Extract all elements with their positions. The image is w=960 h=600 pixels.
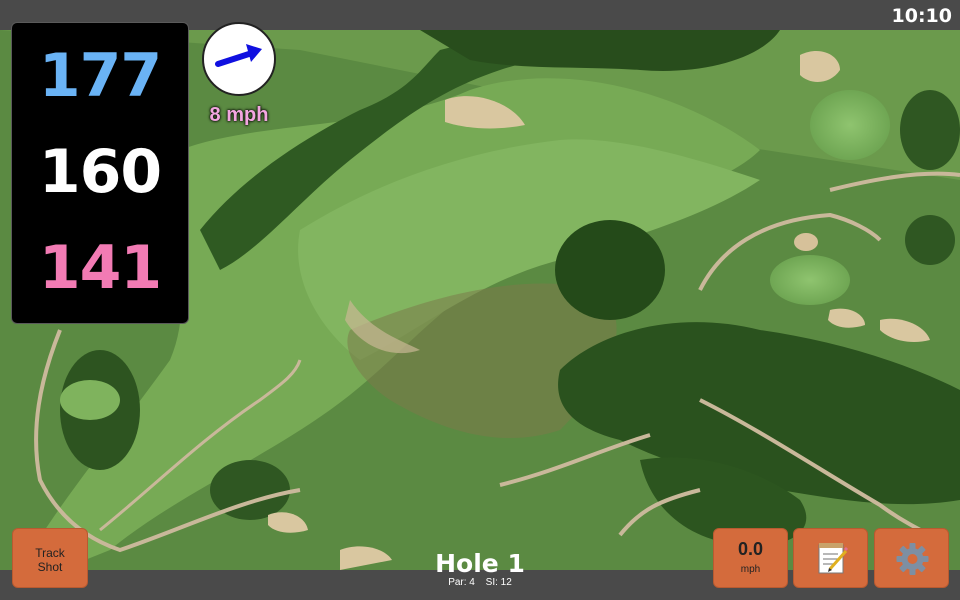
arrow-icon (215, 44, 262, 67)
track-shot-label-line1: Track (35, 546, 65, 560)
clock: 10:10 (891, 5, 952, 27)
hole-details: Par: 4 SI: 12 (380, 577, 580, 588)
front-distance: 141 (38, 233, 162, 303)
track-shot-button[interactable]: Track Shot (12, 528, 88, 588)
gear-icon (896, 543, 929, 575)
notes-button[interactable] (793, 528, 868, 588)
back-distance: 177 (38, 41, 162, 111)
hole-title[interactable]: Hole 1 (380, 549, 580, 578)
speed-button[interactable]: 0.0 mph (713, 528, 788, 588)
stroke-index-label: SI: 12 (485, 577, 512, 588)
speed-unit: mph (740, 564, 761, 575)
settings-button[interactable] (874, 528, 949, 588)
speed-value: 0.0 (737, 539, 764, 559)
notepad-icon (818, 543, 849, 574)
par-label: Par: 4 (448, 577, 475, 588)
middle-distance: 160 (38, 137, 162, 207)
wind-indicator (202, 22, 276, 96)
wind-speed: 8 mph (209, 104, 269, 126)
distance-panel: 177 160 141 (11, 22, 189, 324)
track-shot-label-line2: Shot (37, 560, 63, 574)
golf-gps-screen: 10:10 177 160 141 8 mph Hole 1 Par: 4 SI… (0, 0, 960, 600)
